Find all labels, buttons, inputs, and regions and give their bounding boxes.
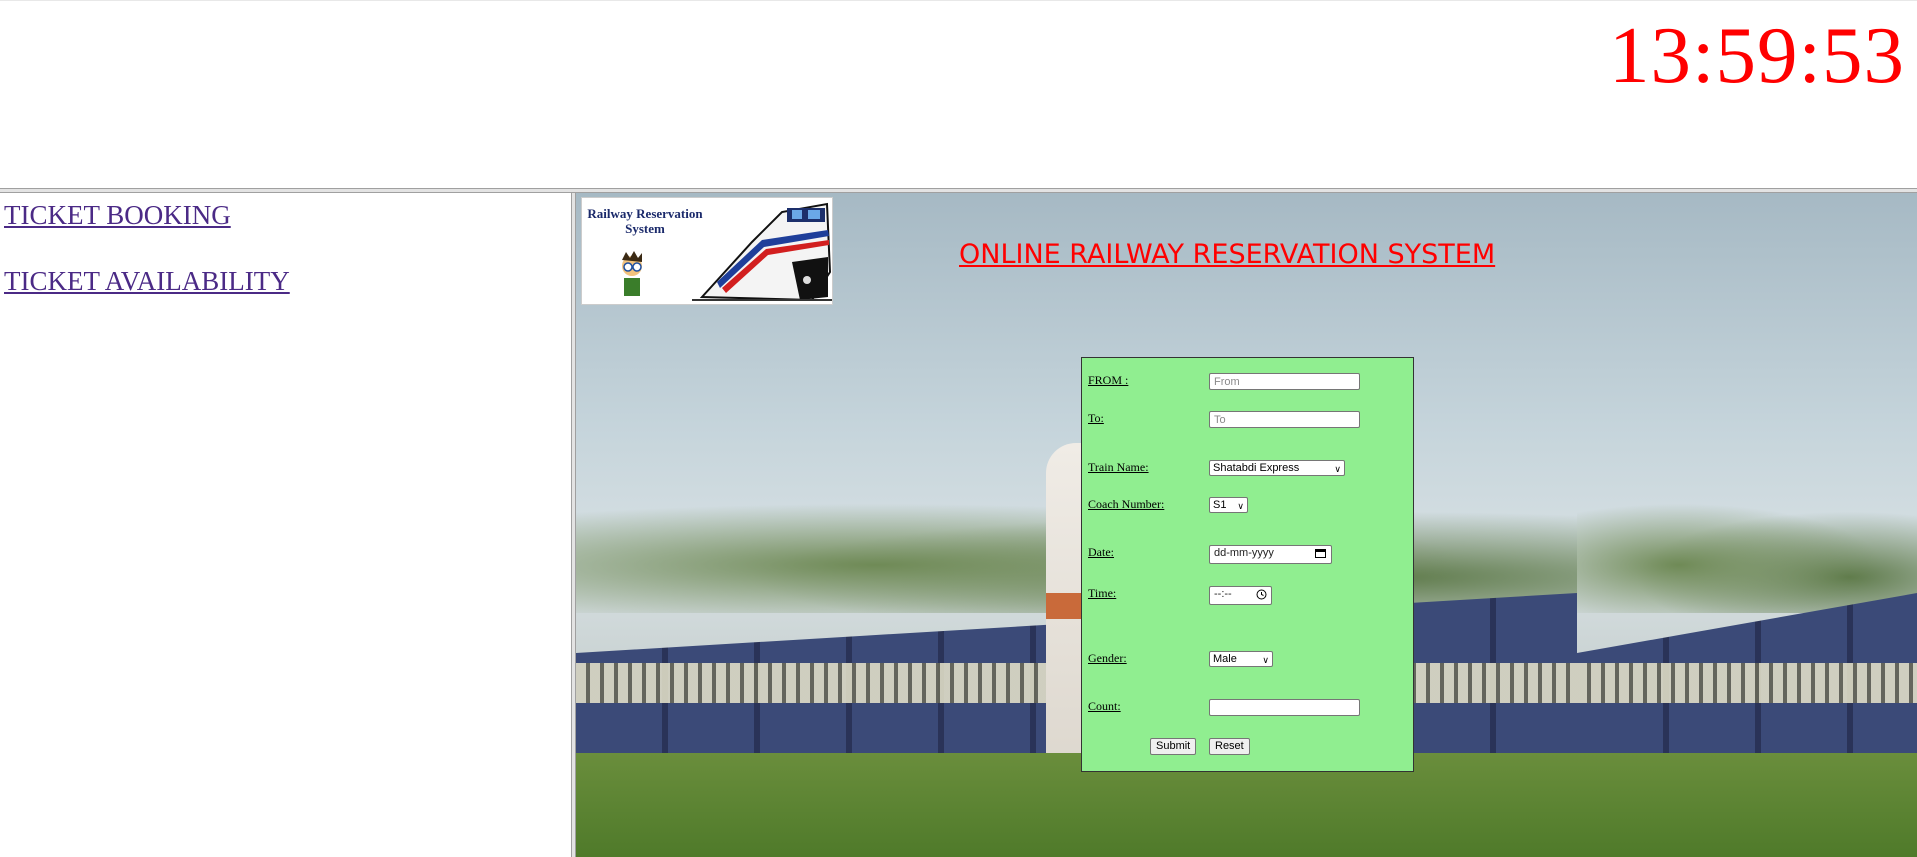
train-name-value: Shatabdi Express: [1213, 462, 1300, 474]
locomotive-icon: [692, 202, 832, 302]
submit-button[interactable]: Submit: [1150, 738, 1197, 755]
chevron-down-icon: ∨: [1237, 501, 1244, 511]
reset-button[interactable]: Reset: [1209, 738, 1250, 755]
gender-select[interactable]: Male ∨: [1209, 651, 1273, 667]
calendar-icon[interactable]: [1315, 548, 1326, 558]
date-placeholder: dd-mm-yyyy: [1214, 547, 1274, 559]
background-train-image-repeat: [1577, 193, 1917, 857]
ticket-availability-link[interactable]: TICKET AVAILABILITY: [4, 266, 290, 297]
chevron-down-icon: ∨: [1262, 655, 1269, 665]
railway-logo: Railway Reservation System: [581, 197, 833, 305]
time-input[interactable]: --:--: [1209, 586, 1272, 605]
date-input[interactable]: dd-mm-yyyy: [1209, 545, 1332, 564]
coach-number-select[interactable]: S1 ∨: [1209, 497, 1248, 513]
logo-title: Railway Reservation System: [587, 206, 703, 236]
coach-number-value: S1: [1213, 499, 1227, 511]
count-label: Count:: [1088, 699, 1121, 713]
page-title: ONLINE RAILWAY RESERVATION SYSTEM: [959, 239, 1496, 270]
date-label: Date:: [1088, 545, 1114, 559]
gender-label: Gender:: [1088, 651, 1127, 665]
time-label: Time:: [1088, 586, 1117, 600]
train-name-select[interactable]: Shatabdi Express ∨: [1209, 460, 1345, 476]
ticket-booking-link[interactable]: TICKET BOOKING: [4, 200, 231, 231]
to-label: To:: [1088, 411, 1104, 425]
to-input[interactable]: [1209, 411, 1360, 428]
booking-form: FROM : To: Train Name: Shatabdi Express …: [1081, 357, 1414, 772]
left-nav-frame: TICKET BOOKING TICKET AVAILABILITY: [0, 193, 571, 857]
chevron-down-icon: ∨: [1334, 464, 1341, 474]
top-frame: 13:59:53: [0, 0, 1917, 188]
clock-icon[interactable]: [1256, 589, 1267, 600]
train-name-label: Train Name:: [1088, 460, 1149, 474]
gender-value: Male: [1213, 653, 1237, 665]
clock-display: 13:59:53: [1608, 10, 1905, 100]
main-frame: Railway Reservation System ONLINE RAILWA…: [576, 193, 1917, 857]
time-placeholder: --:--: [1214, 588, 1232, 600]
cartoon-kid-icon: [622, 251, 642, 296]
coach-number-label: Coach Number:: [1088, 497, 1165, 511]
count-input[interactable]: [1209, 699, 1360, 716]
from-input[interactable]: [1209, 373, 1360, 390]
from-label: FROM :: [1088, 373, 1129, 387]
